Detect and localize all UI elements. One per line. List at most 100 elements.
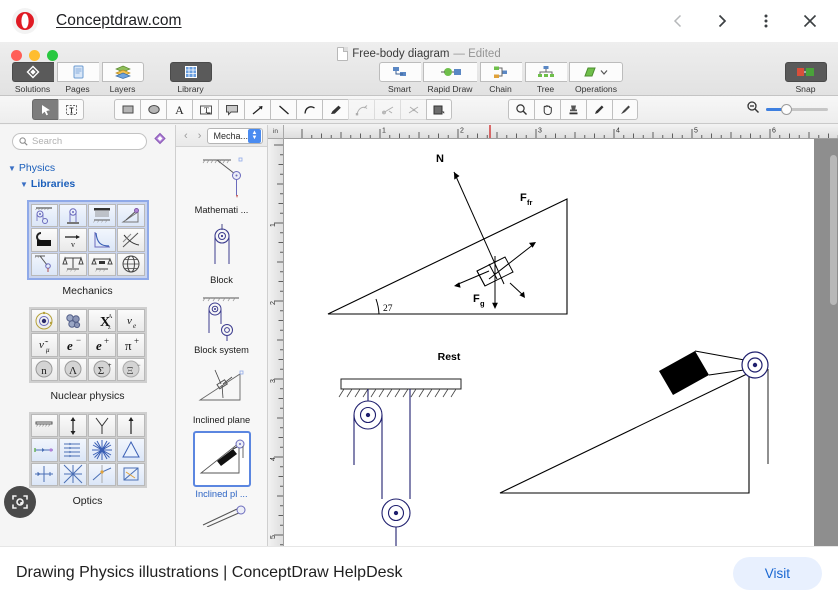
zoom-slider[interactable] <box>766 104 828 115</box>
svg-text:1: 1 <box>382 128 386 135</box>
rapid-draw-icon <box>423 62 477 82</box>
zoom-out-icon[interactable] <box>746 100 760 119</box>
page-title: Free-body diagram <box>352 48 450 60</box>
optics-shape-prism-icon <box>116 438 145 462</box>
solutions-panel: ▼Physics ▼Libraries <box>0 125 176 546</box>
eyedropper-icon[interactable] <box>586 99 612 120</box>
search-input[interactable] <box>32 136 140 147</box>
toolbar-label: Solutions <box>14 84 51 94</box>
toolbar-label: Smart <box>388 84 411 94</box>
mechanics-shape-projectile-icon <box>116 228 145 252</box>
mechanics-shape-spring-icon <box>88 204 116 228</box>
site-title-link[interactable]: Conceptdraw.com <box>56 12 182 30</box>
library-thumb-grid <box>28 412 147 488</box>
gravity-force-label: F <box>473 293 480 305</box>
paintbrush-icon[interactable] <box>612 99 638 120</box>
toolbar-button-library[interactable]: Library <box>168 62 213 94</box>
optics-shape-ray-cross-icon <box>59 462 87 486</box>
svg-text:e: e <box>133 322 136 330</box>
arrow-icon[interactable] <box>244 99 270 120</box>
canvas-vertical-scrollbar[interactable] <box>830 155 837 305</box>
stepper-updown-icon[interactable]: ▲ ▼ <box>247 128 261 143</box>
library-name: Mechanics <box>62 285 113 297</box>
document-page[interactable]: 27 N F fr F g Rest <box>284 139 814 546</box>
chevron-right-icon[interactable] <box>702 1 742 41</box>
hand-pan-icon[interactable] <box>534 99 560 120</box>
free-body-diagram-drawing[interactable]: 27 N F fr F g Rest <box>284 139 814 546</box>
text-select-icon[interactable] <box>58 99 84 120</box>
edit-points-icon[interactable] <box>374 99 400 120</box>
toolbar-button-pages[interactable]: Pages <box>55 62 100 94</box>
visit-button[interactable]: Visit <box>732 556 822 590</box>
more-vertical-icon[interactable] <box>746 1 786 41</box>
library-card-mechanics[interactable]: v Mechanics <box>0 200 175 297</box>
toolbar-button-operations[interactable]: Operations <box>568 62 624 94</box>
text-box-icon[interactable]: T <box>192 99 218 120</box>
svg-text:+: + <box>134 336 139 346</box>
optics-shape-parallel-rays-icon <box>59 438 87 462</box>
svg-text:5: 5 <box>270 535 277 539</box>
fill-icon[interactable] <box>426 99 452 120</box>
block-system-icon <box>194 291 250 343</box>
pages-document-icon <box>56 62 99 82</box>
nuclear-shape-xi-icon: Ξ − <box>116 357 145 381</box>
freeform-icon[interactable] <box>400 99 426 120</box>
operations-icon <box>569 62 623 82</box>
bezier-icon[interactable] <box>348 99 374 120</box>
shape-item-block[interactable]: Block <box>176 217 267 287</box>
toolbar-button-solutions[interactable]: Solutions <box>10 62 55 94</box>
canvas-viewport[interactable]: 27 N F fr F g Rest <box>284 139 838 546</box>
stamp-icon[interactable] <box>560 99 586 120</box>
toolbar-button-smart[interactable]: Smart <box>377 62 422 94</box>
shape-item-mathematical-pendulum[interactable]: Mathemati ... <box>176 147 267 217</box>
library-card-nuclear-physics[interactable]: XAz νe ν̃ μ e − e + π + n Λ Σ + Ξ − Nucl… <box>0 307 175 402</box>
toolbar-button-layers[interactable]: Layers <box>100 62 145 94</box>
library-select-dropdown[interactable]: Mecha... ▲ ▼ <box>207 127 263 144</box>
text-icon[interactable]: A <box>166 99 192 120</box>
document-state: — Edited <box>453 48 501 60</box>
optics-shape-lens-axis-icon <box>30 462 59 486</box>
callout-icon[interactable] <box>218 99 244 120</box>
document-title-bar: Free-body diagram — Edited <box>0 47 838 61</box>
ellipse-icon[interactable] <box>140 99 166 120</box>
zoom-magnifier-icon[interactable] <box>508 99 534 120</box>
search-box[interactable] <box>12 133 147 150</box>
line-icon[interactable] <box>270 99 296 120</box>
tree-item-libraries[interactable]: ▼ Libraries <box>20 176 175 192</box>
nuclear-shape-nuclide-x-icon: XAz <box>88 309 116 333</box>
toolbar-button-snap[interactable]: Snap <box>783 62 828 94</box>
toolbar-button-chain[interactable]: Chain <box>478 62 523 94</box>
library-thumb-grid: v <box>26 200 149 280</box>
chevron-left-icon[interactable] <box>658 1 698 41</box>
horizontal-ruler[interactable]: 1 2 3 4 5 6 <box>284 125 838 139</box>
smart-connector-icon <box>378 62 421 82</box>
svg-text:2: 2 <box>270 301 277 305</box>
arc-icon[interactable] <box>296 99 322 120</box>
pointer-icon[interactable] <box>32 99 58 120</box>
chevron-left-icon[interactable]: ‹ <box>180 130 192 142</box>
shape-item-inclined-plane[interactable]: Inclined plane <box>176 357 267 427</box>
tool-cluster-draw: A T <box>114 99 452 120</box>
solutions-diamond-icon <box>11 62 54 82</box>
svg-text:Σ: Σ <box>98 365 104 377</box>
zoom-slider-knob[interactable] <box>781 104 792 115</box>
optics-shape-ray-axis-icon <box>30 438 59 462</box>
chevron-right-icon[interactable]: › <box>194 130 206 142</box>
shape-item-block-system[interactable]: Block system <box>176 287 267 357</box>
toolbar-button-tree[interactable]: Tree <box>523 62 568 94</box>
mechanics-shape-balance-eq-icon <box>88 252 116 276</box>
vertical-ruler[interactable]: 1 2 3 4 5 <box>268 139 284 546</box>
shape-item-partial-next[interactable] <box>176 501 267 529</box>
rectangle-icon[interactable] <box>114 99 140 120</box>
shape-item-inclined-plane-block[interactable]: Inclined pl ... <box>176 427 267 501</box>
tree-item-physics[interactable]: ▼ Physics <box>8 160 175 176</box>
library-grid-icon <box>169 62 212 82</box>
pin-solutions-icon[interactable] <box>153 132 167 151</box>
tool-cluster-select <box>32 99 84 120</box>
toolbar-label: Snap <box>795 84 816 94</box>
close-icon[interactable] <box>790 1 830 41</box>
scan-target-icon[interactable] <box>4 486 36 518</box>
pen-icon[interactable] <box>322 99 348 120</box>
layers-stack-icon <box>101 62 144 82</box>
toolbar-button-rapid-draw[interactable]: Rapid Draw <box>422 62 478 94</box>
